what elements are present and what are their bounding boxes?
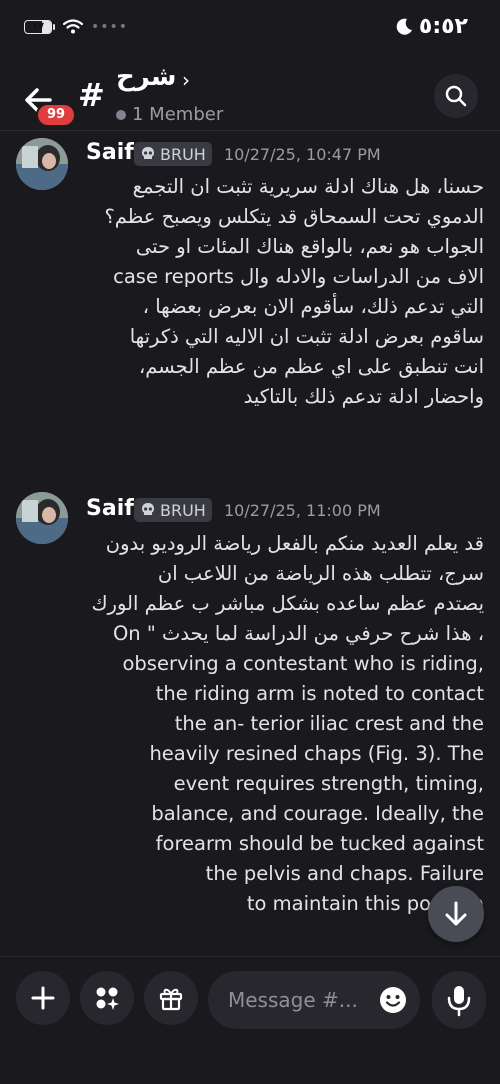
guild-tag-label: BRUH: [160, 500, 206, 520]
message-line: observing a contestant who is riding,: [122, 652, 484, 675]
unread-badge: 99: [36, 103, 76, 127]
guild-tag-label: BRUH: [160, 144, 206, 164]
member-count[interactable]: 1 Member: [116, 104, 223, 125]
message-line: الجواب هو نعم، بالواقع هناك المئات او حت…: [135, 235, 484, 258]
guild-tag[interactable]: BRUH: [134, 142, 212, 166]
signal-dots-icon: ••••: [91, 19, 129, 35]
status-time: ٥:٥٢: [418, 14, 468, 39]
moon-icon: [396, 18, 412, 35]
status-bar: ١٧ •••• ٥:٥٢: [0, 0, 500, 58]
microphone-icon: [447, 986, 471, 1017]
search-icon: [445, 85, 467, 107]
plus-icon: [31, 986, 55, 1010]
wifi-icon: [63, 19, 83, 34]
member-status-dot: [116, 109, 126, 120]
message-line: التي تدعم ذلك، سأقوم الان بعرض بعضها ،: [142, 295, 484, 318]
skull-icon: [142, 147, 154, 159]
status-right: ٥:٥٢: [395, 14, 468, 39]
message-line: the an- terior iliac crest and the: [174, 712, 484, 735]
message-timestamp: 10/27/25, 10:47 PM: [224, 145, 381, 164]
chevron-right-icon[interactable]: ›: [182, 68, 190, 92]
apps-sparkle-icon: [96, 987, 119, 1010]
jump-to-present-button[interactable]: [428, 886, 484, 942]
message-line: يصتدم عظم ساعده بشكل مباشر ب عظم الورك: [91, 592, 484, 615]
composer-bar: Message #...: [0, 956, 500, 1084]
battery-level: ١٧: [31, 21, 45, 32]
message-line: forearm should be tucked against: [155, 832, 484, 855]
message-line: قد يعلم العديد منكم بالفعل رياضة الروديو…: [105, 532, 484, 555]
message-line: حسنا، هل هناك ادلة سريرية تثبت ان التجمع: [132, 175, 484, 198]
message-line: the pelvis and chaps. Failure: [205, 862, 484, 885]
search-button[interactable]: [434, 74, 478, 118]
message-list[interactable]: Saif BRUH 10/27/25, 10:47 PM حسنا، هل هن…: [0, 131, 500, 956]
apps-button[interactable]: [80, 971, 134, 1025]
battery-icon: ١٧: [24, 20, 55, 34]
channel-title[interactable]: شرح: [116, 62, 176, 92]
list-fade: [0, 926, 500, 956]
skull-icon: [142, 503, 154, 515]
message-content: حسنا، هل هناك ادلة سريرية تثبت ان التجمع…: [86, 172, 484, 412]
arrow-down-icon: [445, 901, 467, 926]
message-line: ساقوم بعرض ادلة تثبت ان الاليه التي ذكرت…: [129, 325, 484, 348]
message-line: the riding arm is noted to contact: [155, 682, 484, 705]
message-line: to maintain this position: [246, 892, 484, 915]
message-line: heavily resined chaps (Fig. 3). The: [149, 742, 484, 765]
voice-message-button[interactable]: [432, 971, 486, 1029]
emoji-icon[interactable]: [378, 985, 408, 1015]
channel-header: [0, 58, 500, 131]
status-left: ١٧ ••••: [24, 19, 128, 35]
message-content: قد يعلم العديد منكم بالفعل رياضة الروديو…: [86, 529, 484, 919]
avatar[interactable]: [16, 492, 68, 544]
guild-tag[interactable]: BRUH: [134, 498, 212, 522]
message-line: سرج، تتطلب هذه الرياضة من اللاعب ان: [157, 562, 484, 585]
message-author[interactable]: Saif: [86, 496, 134, 521]
gift-icon: [159, 988, 183, 1011]
message-input[interactable]: Message #...: [208, 971, 420, 1029]
message-line: event requires strength, timing,: [173, 772, 484, 795]
message-line: الاف من الدراسات والادله وال case report…: [113, 265, 484, 288]
attach-button[interactable]: [16, 971, 70, 1025]
message-line: انت تنطبق على اي عظم من عظم الجسم،: [139, 355, 484, 378]
channel-hash-icon: #: [78, 76, 105, 114]
message-line: balance, and courage. Ideally, the: [151, 802, 484, 825]
member-count-label: 1 Member: [132, 104, 224, 125]
message-author[interactable]: Saif: [86, 140, 134, 165]
message-line: واحضار ادلة تدعم ذلك بالتاكيد: [243, 385, 484, 408]
gift-button[interactable]: [144, 971, 198, 1025]
message-line: الدموي تحت السمحاق قد يتكلس ويصبح عظم؟: [104, 205, 484, 228]
message-timestamp: 10/27/25, 11:00 PM: [224, 501, 381, 520]
avatar[interactable]: [16, 138, 68, 190]
message-input-placeholder: Message #...: [228, 988, 358, 1012]
message-line: ، هذا شرح حرفي من الدراسة لما يحدث " On: [112, 622, 484, 645]
